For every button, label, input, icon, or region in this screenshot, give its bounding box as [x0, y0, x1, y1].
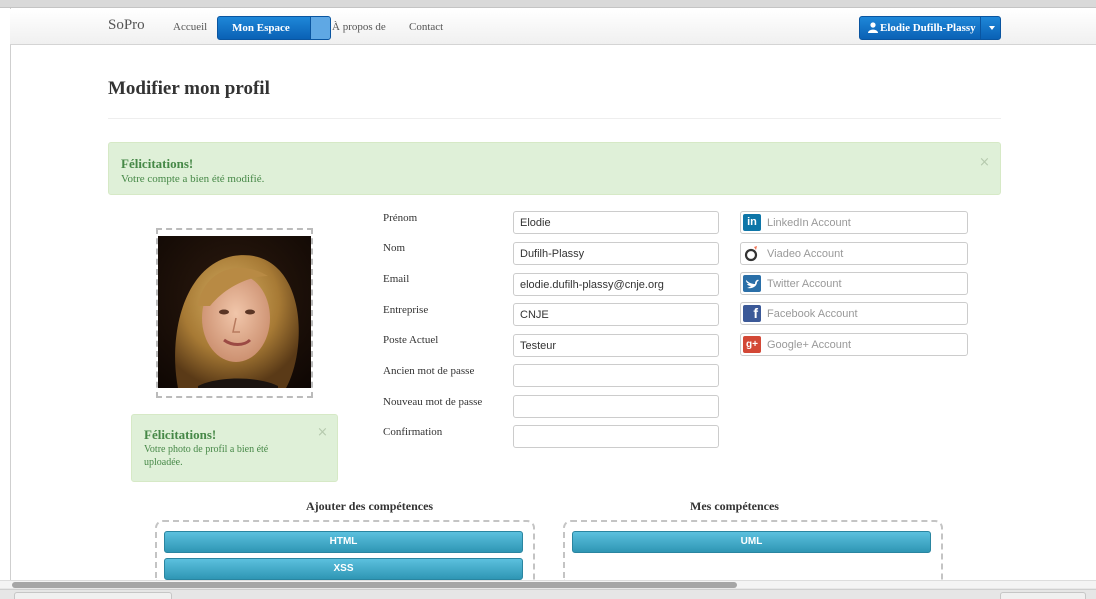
- add-skills-title: Ajouter des compétences: [306, 499, 434, 513]
- nav-mon-espace-label: Mon Espace: [232, 22, 290, 34]
- ancien-mdp-input[interactable]: [513, 364, 719, 387]
- skill-button-xss[interactable]: XSS: [164, 558, 523, 580]
- linkedin-icon: in: [743, 214, 761, 231]
- status-segment-right: [1000, 592, 1086, 599]
- user-icon: [868, 22, 878, 33]
- profile-photo-image: [158, 236, 311, 388]
- poste-input[interactable]: Testeur: [513, 334, 719, 357]
- linkedin-placeholder: LinkedIn Account: [767, 217, 851, 229]
- twitter-icon: [743, 275, 761, 292]
- page-left-edge: [10, 8, 11, 580]
- viadeo-placeholder: Viadeo Account: [767, 248, 844, 260]
- alert-title: Félicitations!: [121, 156, 194, 171]
- label-confirmation: Confirmation: [383, 426, 443, 438]
- facebook-icon: f: [743, 305, 761, 322]
- alert-title: Félicitations!: [144, 427, 217, 442]
- googleplus-icon: g+: [743, 336, 761, 353]
- top-navbar: SoPro Accueil Mon Espace À propos de Con…: [10, 9, 1096, 45]
- status-segment-left: [14, 592, 172, 599]
- label-nom: Nom: [383, 242, 405, 254]
- label-nouveau-mdp: Nouveau mot de passe: [383, 396, 483, 408]
- nom-input[interactable]: Dufilh-Plassy: [513, 242, 719, 265]
- close-icon[interactable]: ×: [317, 425, 328, 440]
- nav-a-propos[interactable]: À propos de: [332, 21, 386, 33]
- profile-success-alert: Félicitations! Votre compte a bien été m…: [108, 142, 1001, 195]
- viadeo-icon: [743, 245, 761, 262]
- confirmation-input[interactable]: [513, 425, 719, 448]
- caret-down-icon: [989, 26, 995, 30]
- linkedin-field[interactable]: in LinkedIn Account: [740, 211, 968, 234]
- facebook-field[interactable]: f Facebook Account: [740, 302, 968, 325]
- googleplus-field[interactable]: g+ Google+ Account: [740, 333, 968, 356]
- label-prenom: Prénom: [383, 212, 418, 224]
- browser-top-edge: [0, 0, 1096, 8]
- profile-photo[interactable]: [158, 236, 311, 388]
- user-menu-button[interactable]: Elodie Dufilh-Plassy: [859, 16, 1001, 40]
- browser-viewport: SoPro Accueil Mon Espace À propos de Con…: [0, 0, 1096, 580]
- photo-success-alert: Félicitations! Votre photo de profil a b…: [131, 414, 338, 482]
- twitter-placeholder: Twitter Account: [767, 278, 842, 290]
- nouveau-mdp-input[interactable]: [513, 395, 719, 418]
- divider: [108, 118, 1001, 119]
- alert-message: Votre photo de profil a bien été uploadé…: [144, 444, 269, 468]
- email-input[interactable]: elodie.dufilh-plassy@cnje.org: [513, 273, 719, 296]
- nav-mon-espace-dropdown[interactable]: [310, 17, 330, 39]
- googleplus-placeholder: Google+ Account: [767, 339, 852, 351]
- alert-message: Votre compte a bien été modifié.: [121, 173, 265, 185]
- nav-contact[interactable]: Contact: [409, 21, 443, 33]
- brand-logo[interactable]: SoPro: [108, 17, 145, 34]
- browser-status-bar: [0, 589, 1096, 599]
- page-title: Modifier mon profil: [108, 78, 270, 99]
- label-email: Email: [383, 273, 410, 285]
- prenom-input[interactable]: Elodie: [513, 211, 719, 234]
- facebook-placeholder: Facebook Account: [767, 308, 858, 320]
- user-name: Elodie Dufilh-Plassy: [880, 22, 976, 34]
- close-icon[interactable]: ×: [979, 155, 990, 170]
- twitter-field[interactable]: Twitter Account: [740, 272, 968, 295]
- entreprise-input[interactable]: CNJE: [513, 303, 719, 326]
- skill-button-uml[interactable]: UML: [572, 531, 931, 553]
- label-ancien-mdp: Ancien mot de passe: [383, 365, 475, 377]
- viadeo-field[interactable]: Viadeo Account: [740, 242, 968, 265]
- skill-button-html[interactable]: HTML: [164, 531, 523, 553]
- my-skills-title: Mes compétences: [690, 499, 779, 513]
- nav-mon-espace[interactable]: Mon Espace: [217, 16, 331, 40]
- user-menu-toggle[interactable]: [980, 17, 1001, 39]
- nav-accueil[interactable]: Accueil: [173, 21, 207, 33]
- label-entreprise: Entreprise: [383, 304, 429, 316]
- horizontal-scrollbar[interactable]: [0, 580, 1096, 588]
- scrollbar-thumb[interactable]: [12, 582, 737, 588]
- label-poste: Poste Actuel: [383, 334, 439, 346]
